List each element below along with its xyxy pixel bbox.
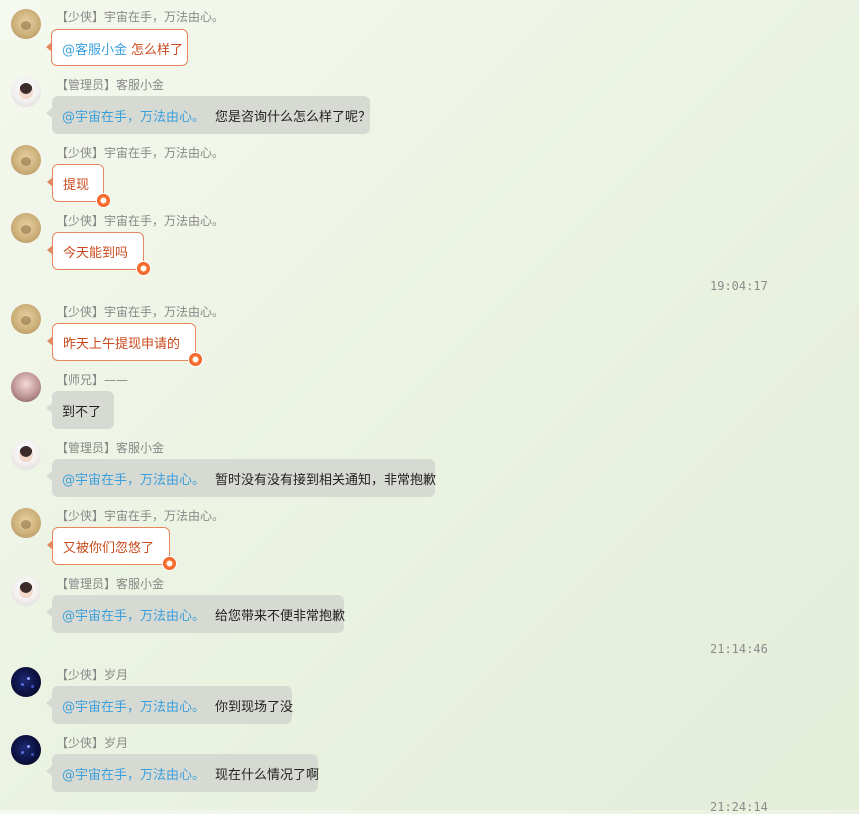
user-avatar[interactable] bbox=[11, 667, 41, 697]
sender-name: 客服小金 bbox=[116, 441, 165, 455]
sender-name: 宇宙在手，万法由心。 bbox=[104, 146, 225, 160]
sender-name: 宇宙在手，万法由心。 bbox=[104, 10, 225, 24]
sender-name: —— bbox=[104, 373, 129, 387]
mention-link[interactable]: @宇宙在手，万法由心。 bbox=[62, 469, 205, 488]
sender-name: 岁月 bbox=[104, 668, 129, 682]
message-bubble[interactable]: @宇宙在手，万法由心。 现在什么情况了啊 bbox=[46, 754, 320, 792]
sender-name: 宇宙在手，万法由心。 bbox=[104, 214, 225, 228]
sender-role: 【管理员】 bbox=[56, 78, 117, 92]
sender-role: 【少侠】 bbox=[56, 509, 105, 523]
user-avatar[interactable] bbox=[11, 735, 41, 765]
chat-panel: 【少侠】宇宙在手，万法由心。 @客服小金 怎么样了 【管理员】客服小金 @宇宙在手… bbox=[0, 0, 859, 814]
message-text: 今天能到吗 bbox=[63, 246, 129, 261]
message-timestamp: 21:24:14 bbox=[710, 800, 768, 814]
sender-role: 【少侠】 bbox=[56, 214, 105, 228]
sender-role: 【少侠】 bbox=[56, 736, 105, 750]
sender-line: 【管理员】客服小金 bbox=[56, 575, 164, 592]
sender-line: 【少侠】宇宙在手，万法由心。 bbox=[56, 507, 224, 524]
message-text: 您是咨询什么怎么样了呢？ bbox=[215, 109, 372, 125]
admin-avatar[interactable] bbox=[11, 576, 41, 606]
sender-role: 【少侠】 bbox=[56, 305, 105, 319]
mention-link[interactable]: @宇宙在手，万法由心。 bbox=[62, 764, 205, 783]
sender-role: 【少侠】 bbox=[56, 10, 105, 24]
message-bubble[interactable]: @宇宙在手，万法由心。 您是咨询什么怎么样了呢？ bbox=[46, 96, 372, 134]
sender-line: 【师兄】—— bbox=[56, 371, 128, 388]
message-timestamp: 21:14:46 bbox=[710, 642, 768, 656]
message-bubble[interactable]: @宇宙在手，万法由心。 暂时没有没有接到相关通知，非常抱歉 bbox=[46, 459, 437, 497]
sender-line: 【管理员】客服小金 bbox=[56, 439, 164, 456]
sender-line: 【少侠】宇宙在手，万法由心。 bbox=[56, 144, 224, 161]
message-bubble[interactable]: @宇宙在手，万法由心。 你到现场了没 bbox=[46, 686, 294, 724]
user-avatar[interactable] bbox=[11, 213, 41, 243]
admin-avatar[interactable] bbox=[11, 440, 41, 470]
message-text: 给您带来不便非常抱歉 bbox=[215, 608, 346, 624]
sender-line: 【少侠】宇宙在手，万法由心。 bbox=[56, 212, 224, 229]
message-text: 提现 bbox=[63, 178, 90, 193]
sender-line: 【少侠】宇宙在手，万法由心。 bbox=[56, 303, 224, 320]
user-avatar[interactable] bbox=[11, 304, 41, 334]
mention-link[interactable]: @客服小金 bbox=[62, 39, 127, 58]
sender-line: 【少侠】岁月 bbox=[56, 734, 128, 751]
sticker-badge-icon bbox=[162, 556, 177, 571]
sender-name: 客服小金 bbox=[116, 577, 165, 591]
sticker-badge-icon bbox=[136, 261, 151, 276]
message-bubble[interactable]: 提现 bbox=[47, 164, 111, 208]
sender-role: 【管理员】 bbox=[56, 577, 117, 591]
message-bubble[interactable]: @宇宙在手，万法由心。 给您带来不便非常抱歉 bbox=[46, 595, 346, 633]
user-avatar[interactable] bbox=[11, 145, 41, 175]
message-timestamp: 19:04:17 bbox=[710, 279, 768, 293]
message-text: 怎么样了 bbox=[131, 42, 184, 58]
message-bubble[interactable]: @客服小金 怎么样了 bbox=[46, 29, 188, 66]
mention-link[interactable]: @宇宙在手，万法由心。 bbox=[62, 696, 205, 715]
message-text: 昨天上午提现申请的 bbox=[63, 337, 181, 352]
admin-avatar[interactable] bbox=[11, 77, 41, 107]
sender-name: 岁月 bbox=[104, 736, 129, 750]
sticker-badge-icon bbox=[188, 352, 203, 367]
message-bubble[interactable]: 又被你们忽悠了 bbox=[47, 527, 177, 571]
sticker-badge-icon bbox=[96, 193, 111, 208]
user-avatar[interactable] bbox=[11, 372, 41, 402]
sender-role: 【少侠】 bbox=[56, 668, 105, 682]
sender-line: 【少侠】岁月 bbox=[56, 666, 128, 683]
message-text: 又被你们忽悠了 bbox=[63, 541, 155, 556]
message-text: 到不了 bbox=[62, 404, 102, 420]
mention-link[interactable]: @宇宙在手，万法由心。 bbox=[62, 605, 205, 624]
message-bubble[interactable]: 今天能到吗 bbox=[47, 232, 151, 276]
mention-link[interactable]: @宇宙在手，万法由心。 bbox=[62, 106, 205, 125]
sender-role: 【管理员】 bbox=[56, 441, 117, 455]
message-text: 暂时没有没有接到相关通知，非常抱歉 bbox=[215, 472, 437, 488]
sender-role: 【少侠】 bbox=[56, 146, 105, 160]
sender-role: 【师兄】 bbox=[56, 373, 105, 387]
user-avatar[interactable] bbox=[11, 9, 41, 39]
sender-name: 客服小金 bbox=[116, 78, 165, 92]
message-text: 现在什么情况了啊 bbox=[215, 767, 320, 783]
message-bubble[interactable]: 到不了 bbox=[46, 391, 114, 429]
sender-name: 宇宙在手，万法由心。 bbox=[104, 509, 225, 523]
message-bubble[interactable]: 昨天上午提现申请的 bbox=[47, 323, 203, 367]
user-avatar[interactable] bbox=[11, 508, 41, 538]
sender-name: 宇宙在手，万法由心。 bbox=[104, 305, 225, 319]
sender-line: 【少侠】宇宙在手，万法由心。 bbox=[56, 8, 224, 25]
message-text: 你到现场了没 bbox=[215, 699, 294, 715]
sender-line: 【管理员】客服小金 bbox=[56, 76, 164, 93]
